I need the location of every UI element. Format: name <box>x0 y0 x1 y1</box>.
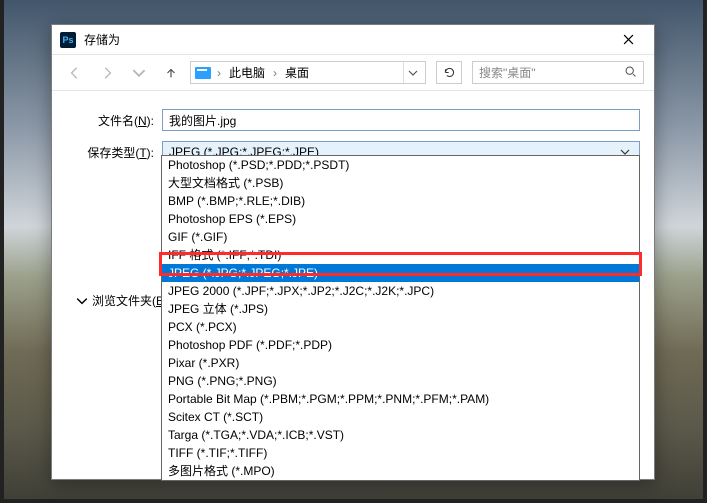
savetype-label: 保存类型(T): <box>80 144 162 161</box>
refresh-icon <box>443 66 456 79</box>
search-placeholder: 搜索"桌面" <box>479 64 536 81</box>
filename-row: 文件名(N): <box>80 109 640 131</box>
chevron-down-icon <box>76 295 88 307</box>
dropdown-item[interactable]: Targa (*.TGA;*.VDA;*.ICB;*.VST) <box>162 426 639 444</box>
savetype-dropdown-list[interactable]: Photoshop (*.PSD;*.PDD;*.PSDT)大型文档格式 (*.… <box>161 155 640 481</box>
dropdown-item[interactable]: PNG (*.PNG;*.PNG) <box>162 372 639 390</box>
breadcrumb-sep: › <box>271 66 279 80</box>
nav-back-button[interactable] <box>62 60 88 86</box>
dropdown-item[interactable]: 大型文档格式 (*.PSB) <box>162 174 639 192</box>
arrow-right-icon <box>100 66 114 80</box>
dropdown-item[interactable]: TIFF (*.TIF;*.TIFF) <box>162 444 639 462</box>
dropdown-item[interactable]: Photoshop (*.PSD;*.PDD;*.PSDT) <box>162 156 639 174</box>
dropdown-item[interactable]: Photoshop EPS (*.EPS) <box>162 210 639 228</box>
address-dropdown-button[interactable] <box>403 62 421 83</box>
breadcrumb-desktop[interactable]: 桌面 <box>283 64 311 81</box>
nav-recent-button[interactable] <box>126 60 152 86</box>
dialog-body: 文件名(N): 保存类型(T): JPEG (*.JPG;*.JPEG;*.JP… <box>52 91 654 479</box>
filename-input[interactable] <box>162 109 640 131</box>
nav-forward-button[interactable] <box>94 60 120 86</box>
refresh-button[interactable] <box>436 61 462 84</box>
dropdown-item[interactable]: Portable Bit Map (*.PBM;*.PGM;*.PPM;*.PN… <box>162 390 639 408</box>
browse-folders-toggle[interactable]: 浏览文件夹(B) <box>76 292 168 309</box>
app-icon: Ps <box>60 32 76 48</box>
search-icon <box>624 65 637 81</box>
chevron-down-icon <box>408 68 418 78</box>
search-input[interactable]: 搜索"桌面" <box>472 61 644 84</box>
arrow-up-icon <box>164 66 178 80</box>
address-bar[interactable]: › 此电脑 › 桌面 <box>190 61 426 84</box>
dropdown-item[interactable]: GIF (*.GIF) <box>162 228 639 246</box>
dropdown-item[interactable]: PCX (*.PCX) <box>162 318 639 336</box>
filename-label: 文件名(N): <box>80 112 162 129</box>
dropdown-item[interactable]: IFF 格式 (*.IFF;*.TDI) <box>162 246 639 264</box>
close-button[interactable] <box>608 26 648 54</box>
dropdown-item[interactable]: 多图片格式 (*.MPO) <box>162 462 639 480</box>
breadcrumb-sep: › <box>215 66 223 80</box>
nav-toolbar: › 此电脑 › 桌面 搜索"桌面" <box>52 55 654 91</box>
arrow-left-icon <box>68 66 82 80</box>
nav-up-button[interactable] <box>158 60 184 86</box>
folder-icon <box>195 67 211 79</box>
titlebar: Ps 存储为 <box>52 25 654 55</box>
dropdown-item[interactable]: BMP (*.BMP;*.RLE;*.DIB) <box>162 192 639 210</box>
dropdown-item[interactable]: JPEG 立体 (*.JPS) <box>162 300 639 318</box>
dropdown-item[interactable]: Pixar (*.PXR) <box>162 354 639 372</box>
dropdown-item[interactable]: JPEG (*.JPG;*.JPEG;*.JPE) <box>162 264 639 282</box>
chevron-down-icon <box>132 66 146 80</box>
dropdown-item[interactable]: Photoshop PDF (*.PDF;*.PDP) <box>162 336 639 354</box>
close-icon <box>623 34 634 45</box>
breadcrumb-this-pc[interactable]: 此电脑 <box>227 64 267 81</box>
save-as-dialog: Ps 存储为 › 此电脑 › 桌面 <box>51 24 655 480</box>
browse-folders-label: 浏览文件夹(B) <box>92 292 168 309</box>
dropdown-item[interactable]: Scitex CT (*.SCT) <box>162 408 639 426</box>
dropdown-item[interactable]: JPEG 2000 (*.JPF;*.JPX;*.JP2;*.J2C;*.J2K… <box>162 282 639 300</box>
dialog-title: 存储为 <box>84 31 608 48</box>
